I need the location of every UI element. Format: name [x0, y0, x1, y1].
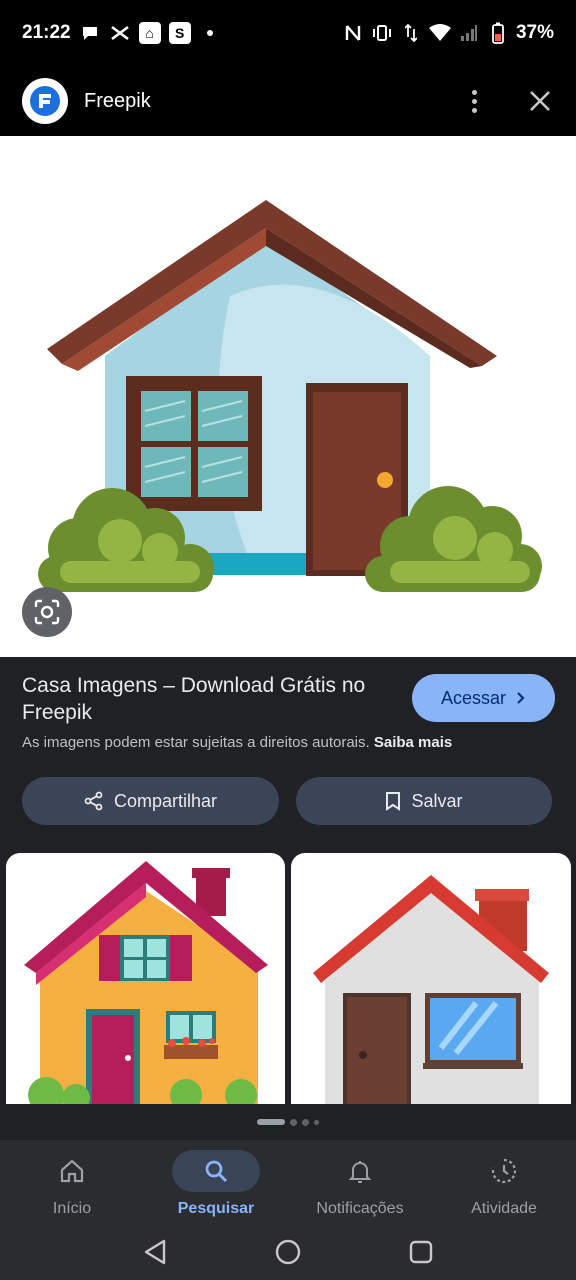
chevron-right-icon	[517, 692, 525, 704]
nav-item-search[interactable]: Pesquisar	[144, 1140, 288, 1224]
main-image[interactable]	[0, 136, 576, 657]
bell-icon	[348, 1161, 372, 1183]
page-dot	[314, 1119, 319, 1125]
copyright-text: As imagens podem estar sujeitas a direit…	[22, 734, 370, 751]
nav-label-notifications: Notificações	[316, 1200, 404, 1217]
home-circle-icon[interactable]	[274, 1238, 302, 1266]
freepik-logo	[22, 78, 68, 124]
nav-label-search: Pesquisar	[177, 1200, 255, 1217]
nav-item-notifications[interactable]: Notificações	[288, 1140, 432, 1224]
close-icon[interactable]	[526, 87, 554, 115]
share-label: Compartilhar	[113, 790, 218, 811]
clock: 21:22	[22, 22, 71, 43]
page-dot	[302, 1118, 309, 1126]
vibrate-icon	[371, 22, 393, 44]
signal-icon	[458, 22, 480, 44]
battery-percent: 37%	[515, 22, 554, 43]
wifi-icon	[428, 22, 451, 44]
screen: 21:22 ⌂ S 37% Freepik Casa Imagens – Dow…	[0, 0, 576, 1280]
chat-icon	[79, 22, 101, 44]
share-button[interactable]: Compartilhar	[22, 777, 279, 825]
copyright-note: As imagens podem estar sujeitas a direit…	[22, 734, 562, 751]
app-title: Freepik	[84, 89, 151, 112]
app-header: Freepik	[0, 66, 576, 136]
nav-label-activity: Atividade	[471, 1200, 537, 1217]
visit-label: Acessar	[440, 687, 507, 708]
s-app-icon: S	[168, 22, 191, 44]
page-dot-active	[257, 1119, 285, 1125]
save-button[interactable]: Salvar	[296, 777, 552, 825]
bookmark-icon	[386, 792, 401, 811]
page-dot	[290, 1118, 297, 1126]
lens-search-icon[interactable]	[22, 587, 72, 637]
share-icon	[84, 791, 103, 811]
nfc-icon	[342, 22, 364, 44]
status-bar: 21:22 ⌂ S 37%	[0, 0, 576, 66]
recents-icon[interactable]	[408, 1239, 434, 1265]
visit-button[interactable]: Acessar	[412, 674, 555, 722]
result-info: Casa Imagens – Download Grátis no Freepi…	[22, 672, 402, 726]
nav-label-home: Início	[52, 1200, 92, 1217]
home-icon	[60, 1159, 84, 1183]
nav-item-activity[interactable]: Atividade	[432, 1140, 576, 1224]
capcut-icon	[109, 22, 131, 44]
page-indicator	[0, 1104, 576, 1140]
back-icon[interactable]	[142, 1238, 168, 1266]
bottom-navigation: Início Pesquisar Notificações Atividade	[0, 1140, 576, 1224]
data-arrows-icon	[400, 22, 422, 44]
result-title[interactable]: Casa Imagens – Download Grátis no Freepi…	[22, 672, 402, 726]
activity-icon	[491, 1158, 517, 1184]
battery-icon	[487, 22, 509, 44]
related-image[interactable]	[291, 853, 571, 1104]
more-options-icon[interactable]	[462, 89, 486, 113]
related-image[interactable]	[6, 853, 285, 1104]
home-app-icon: ⌂	[138, 22, 161, 44]
dot-icon	[206, 30, 213, 36]
learn-more-link[interactable]: Saiba mais	[374, 734, 452, 751]
nav-item-home[interactable]: Início	[0, 1140, 144, 1224]
system-navigation	[0, 1224, 576, 1280]
save-label: Salvar	[411, 790, 463, 811]
search-icon	[205, 1160, 228, 1183]
